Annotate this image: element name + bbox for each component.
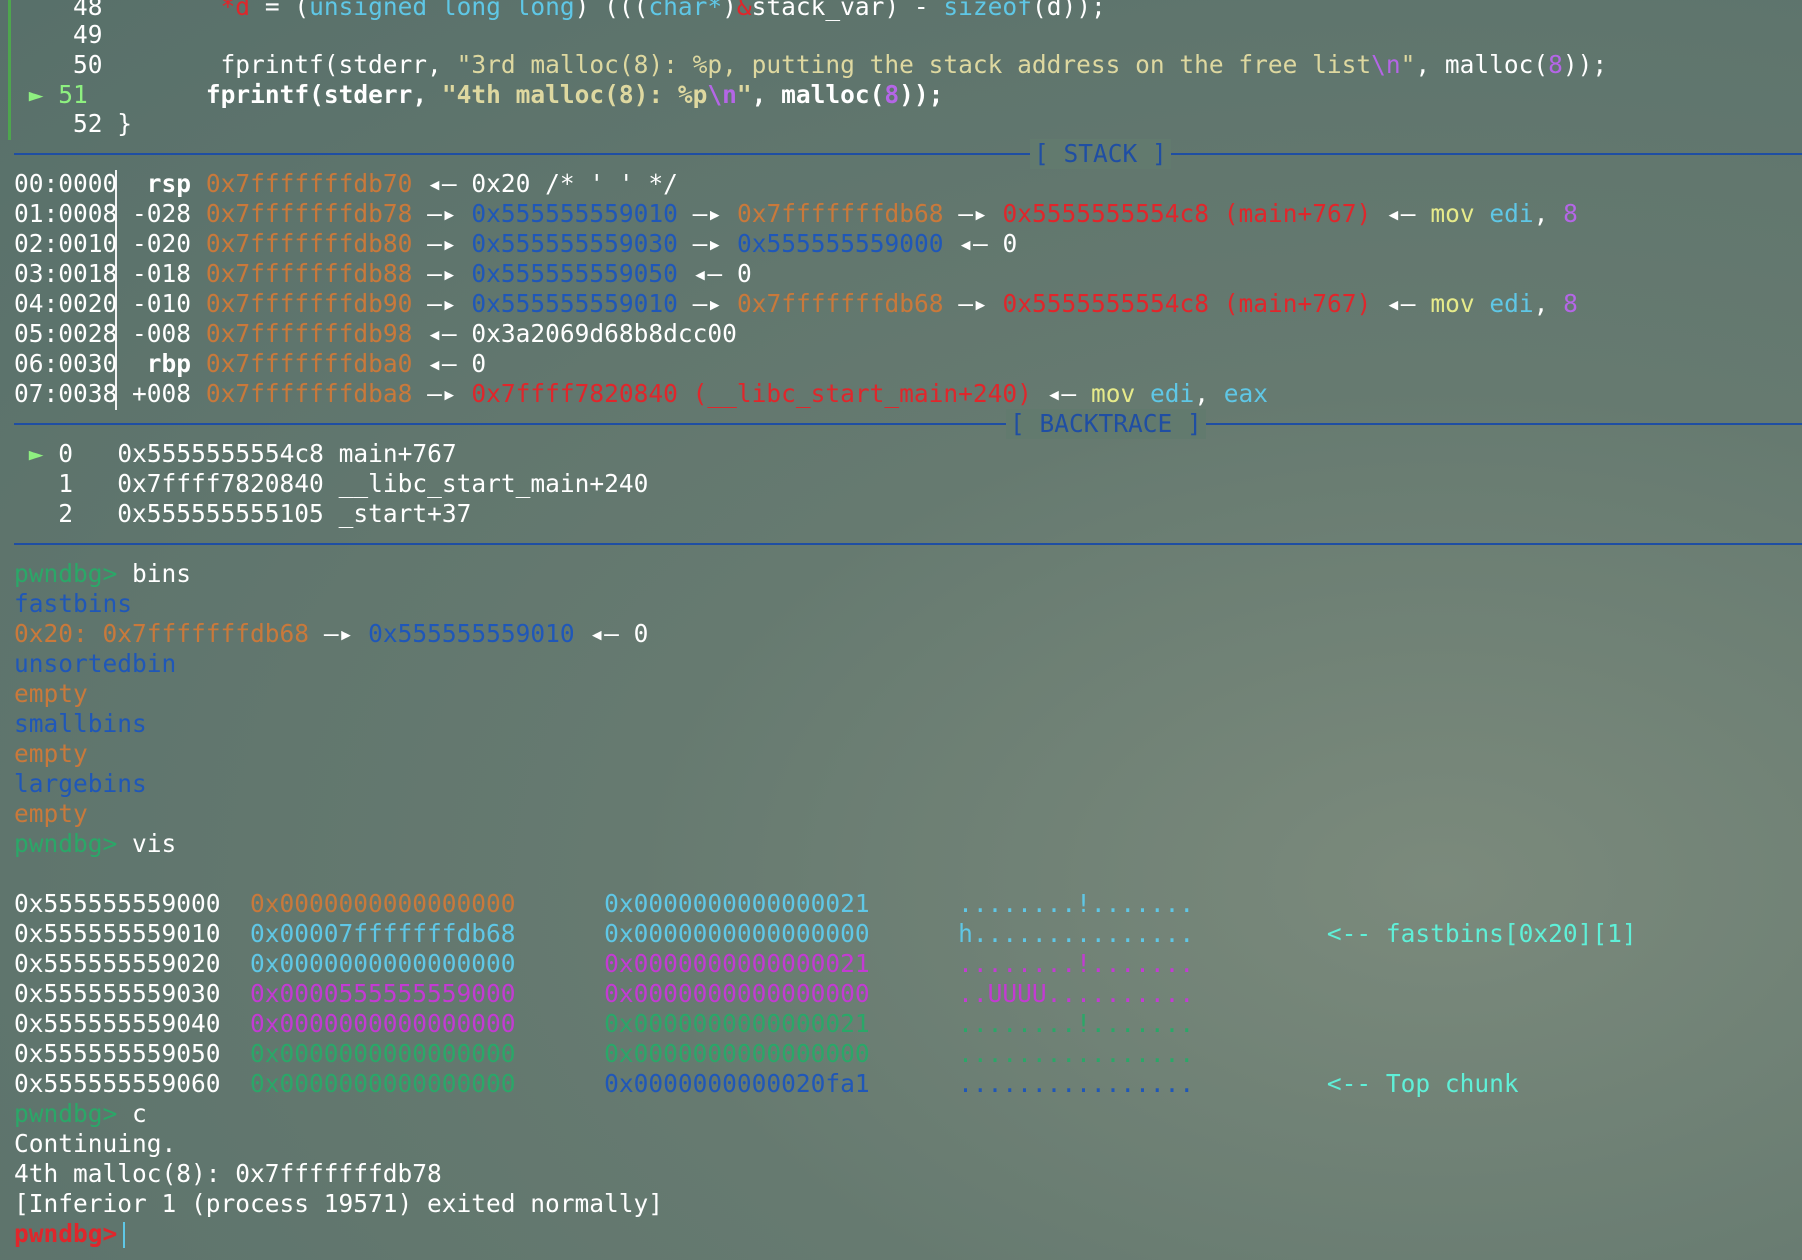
vis-row: 0x555555559020 0x0000000000000000 0x0000… [14, 949, 1195, 978]
prompt: pwndbg> [14, 559, 118, 588]
prompt-line-bins: pwndbg> bins [14, 559, 192, 588]
text-cursor [123, 1222, 126, 1248]
final-prompt-line[interactable]: pwndbg> [14, 1219, 126, 1249]
backtrace-separator [14, 423, 1802, 425]
vis-row: 0x555555559040 0x0000000000000000 0x0000… [14, 1009, 1195, 1038]
backtrace-frame: 1 0x7ffff7820840 __libc_start_main+240 [58, 469, 649, 498]
source-line-52: 52 } [73, 109, 133, 138]
stack-separator [14, 153, 1802, 155]
prompt-line-continue: pwndbg> c [14, 1099, 147, 1128]
bins-fastbins-label: fastbins [14, 589, 133, 618]
bins-fastbin-entry: 0x20: 0x7fffffffdb68 —▸ 0x555555559010 ◂… [14, 619, 649, 648]
backtrace-frame: 2 0x555555555105 _start+37 [58, 499, 472, 528]
stack-row: 01:0008 -028 0x7fffffffdb78 —▸ 0x5555555… [14, 199, 1578, 228]
stack-section-title: [ STACK ] [1030, 139, 1171, 169]
context-end-separator [14, 543, 1802, 545]
bins-empty: empty [14, 739, 88, 768]
prompt: pwndbg> [14, 829, 118, 858]
bins-empty: empty [14, 679, 88, 708]
stack-row: 07:0038 +008 0x7fffffffdba8 —▸ 0x7ffff78… [14, 379, 1269, 408]
output-line: Continuing. [14, 1129, 177, 1158]
vis-row: 0x555555559060 0x0000000000000000 0x0000… [14, 1069, 1519, 1098]
prompt-line-vis: pwndbg> vis [14, 829, 177, 858]
output-line: [Inferior 1 (process 19571) exited norma… [14, 1189, 664, 1218]
source-line-51-current: ► 51 fprintf(stderr, "4th malloc(8): %p\… [28, 80, 944, 109]
backtrace-section-title: [ BACKTRACE ] [1006, 409, 1206, 439]
source-line-50: 50 fprintf(stderr, "3rd malloc(8): %p, p… [73, 50, 1608, 79]
current-frame-arrow-icon: ► [28, 439, 44, 468]
source-line-48: 48 *d = (unsigned long long) (((char*)&s… [73, 0, 1106, 21]
stack-row: 02:0010 -020 0x7fffffffdb80 —▸ 0x5555555… [14, 229, 1018, 258]
prompt: pwndbg> [14, 1099, 118, 1128]
stack-row: 00:0000 rsp 0x7fffffffdb70 ◂— 0x20 /* ' … [14, 169, 678, 198]
vis-row: 0x555555559010 0x00007fffffffdb68 0x0000… [14, 919, 1637, 948]
bins-empty: empty [14, 799, 88, 828]
stack-row: 06:0030 rbp 0x7fffffffdba0 ◂— 0 [14, 349, 487, 378]
bins-unsorted-label: unsortedbin [14, 649, 177, 678]
prompt: pwndbg> [14, 1219, 118, 1248]
current-line-arrow-icon: ► [28, 80, 44, 109]
terminal-window[interactable]: 48 *d = (unsigned long long) (((char*)&s… [0, 0, 1802, 1260]
source-line-49: 49 [73, 20, 103, 49]
source-gutter-bar [8, 0, 11, 140]
vis-row: 0x555555559050 0x0000000000000000 0x0000… [14, 1039, 1195, 1068]
backtrace-frame: ► 0 0x5555555554c8 main+767 [28, 439, 457, 468]
bins-largebins-label: largebins [14, 769, 147, 798]
vis-row: 0x555555559030 0x0000555555559000 0x0000… [14, 979, 1195, 1008]
stack-row: 04:0020 -010 0x7fffffffdb90 —▸ 0x5555555… [14, 289, 1578, 318]
output-line: 4th malloc(8): 0x7fffffffdb78 [14, 1159, 442, 1188]
stack-row: 05:0028 -008 0x7fffffffdb98 ◂— 0x3a2069d… [14, 319, 737, 348]
bins-smallbins-label: smallbins [14, 709, 147, 738]
vis-row: 0x555555559000 0x0000000000000000 0x0000… [14, 889, 1195, 918]
stack-row: 03:0018 -018 0x7fffffffdb88 —▸ 0x5555555… [14, 259, 752, 288]
